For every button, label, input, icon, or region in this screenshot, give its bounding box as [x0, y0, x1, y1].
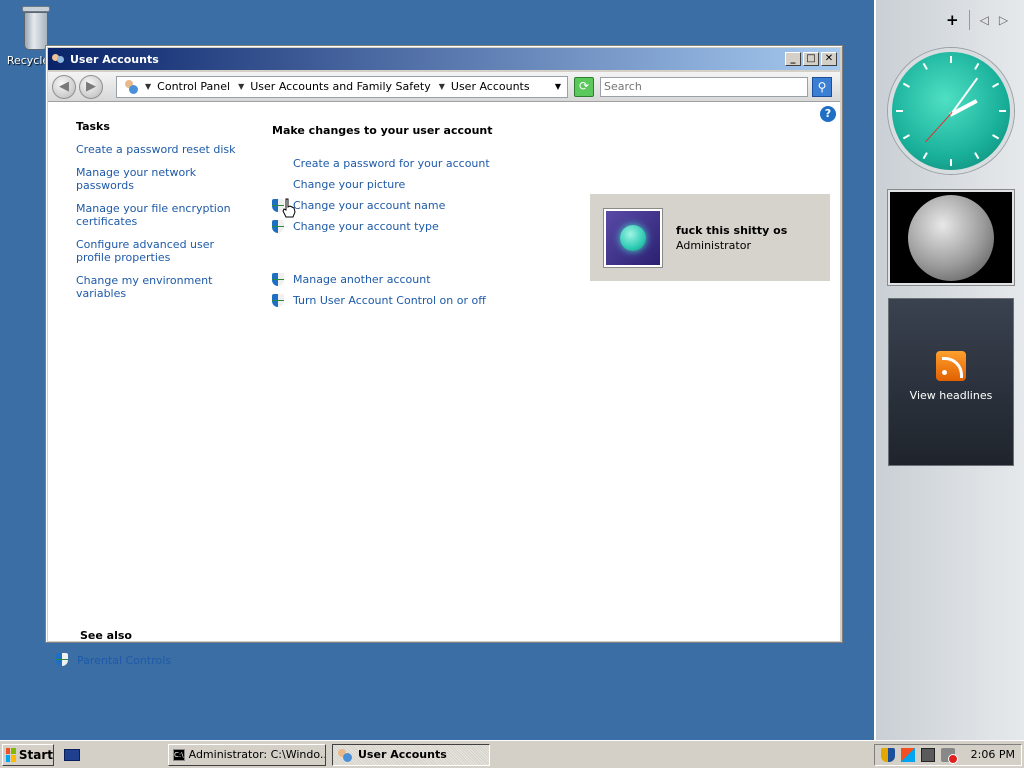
start-label: Start: [18, 747, 53, 762]
main-actions: Make changes to your user account Create…: [272, 124, 493, 311]
taskbar-item-label: Administrator: C:\Windo...: [188, 748, 326, 761]
windows-sidebar: + ◁ ▷ View headlines: [874, 0, 1024, 740]
taskbar-item-user-accounts[interactable]: User Accounts: [332, 743, 490, 766]
add-gadget-icon[interactable]: +: [946, 11, 959, 29]
tasks-panel: Tasks Create a password reset disk Manag…: [76, 120, 246, 310]
task-change-environment-variables[interactable]: Change my environment variables: [76, 274, 246, 300]
help-icon[interactable]: ?: [820, 106, 836, 122]
action-create-password[interactable]: Create a password for your account: [272, 153, 493, 174]
see-also-parental-controls[interactable]: Parental Controls: [56, 652, 171, 668]
see-also-heading: See also: [80, 629, 132, 642]
windows-update-icon[interactable]: [901, 747, 915, 762]
rss-icon: [936, 351, 966, 381]
search-icon[interactable]: ⚲: [812, 76, 832, 97]
uac-shield-icon: [272, 219, 284, 233]
system-tray: 2:06 PM: [874, 743, 1022, 766]
title-bar[interactable]: User Accounts _ □ ✕: [48, 48, 840, 70]
task-manage-file-encryption-certificates[interactable]: Manage your file encryption certificates: [76, 202, 246, 228]
user-account-card: fuck this shitty os Administrator: [590, 194, 830, 281]
action-toggle-uac[interactable]: Turn User Account Control on or off: [272, 290, 493, 311]
taskbar: Start C:\ Administrator: C:\Windo... Use…: [0, 740, 1024, 768]
clock-gadget[interactable]: [888, 48, 1014, 174]
view-headlines-label[interactable]: View headlines: [889, 389, 1013, 402]
volume-muted-icon[interactable]: [941, 747, 958, 764]
command-prompt-icon: C:\: [173, 748, 185, 761]
windows-flag-icon: [6, 747, 16, 762]
breadcrumb-separator-icon[interactable]: ▼: [439, 82, 445, 91]
moon-image: [908, 194, 994, 281]
search-input[interactable]: [600, 76, 808, 97]
maximize-button[interactable]: □: [803, 52, 819, 66]
next-gadget-icon[interactable]: ▷: [999, 13, 1008, 27]
security-center-icon[interactable]: [881, 747, 895, 762]
minimize-button[interactable]: _: [785, 52, 801, 66]
window-title: User Accounts: [70, 52, 159, 66]
see-also-panel: See also Parental Controls: [56, 629, 171, 668]
action-create-password-link[interactable]: Create a password for your account: [293, 157, 490, 170]
taskbar-item-command-prompt[interactable]: C:\ Administrator: C:\Windo...: [168, 743, 326, 766]
user-accounts-app-icon: [51, 52, 65, 66]
task-create-password-reset-disk[interactable]: Create a password reset disk: [76, 143, 246, 156]
control-panel-icon: [123, 79, 139, 95]
breadcrumb-user-accounts-family-safety[interactable]: User Accounts and Family Safety: [250, 80, 430, 93]
action-change-picture[interactable]: Change your picture: [272, 174, 493, 195]
page-title: Make changes to your user account: [272, 124, 493, 137]
clock-second-hand: [925, 111, 953, 143]
refresh-button[interactable]: ⟳: [574, 76, 594, 97]
task-configure-advanced-profile[interactable]: Configure advanced user profile properti…: [76, 238, 246, 264]
action-manage-another-account-link[interactable]: Manage another account: [293, 273, 431, 286]
network-icon[interactable]: [921, 747, 935, 762]
feed-headlines-gadget[interactable]: View headlines: [888, 298, 1014, 466]
action-change-account-type[interactable]: Change your account type: [272, 216, 493, 237]
action-change-picture-link[interactable]: Change your picture: [293, 178, 405, 191]
previous-gadget-icon[interactable]: ◁: [980, 13, 989, 27]
user-accounts-icon: [337, 747, 353, 763]
taskbar-item-label: User Accounts: [358, 748, 447, 761]
task-manage-network-passwords[interactable]: Manage your network passwords: [76, 166, 246, 192]
recycle-bin-label: Recycle: [6, 54, 50, 67]
uac-shield-icon: [272, 272, 284, 286]
user-name: fuck this shitty os: [676, 223, 788, 237]
slideshow-gadget[interactable]: [888, 190, 1014, 285]
back-button[interactable]: ◀: [52, 74, 76, 99]
breadcrumb-user-accounts[interactable]: User Accounts: [451, 80, 530, 93]
breadcrumb-control-panel[interactable]: Control Panel: [157, 80, 230, 93]
action-change-account-type-link[interactable]: Change your account type: [293, 220, 439, 233]
start-button[interactable]: Start: [2, 743, 54, 766]
avatar[interactable]: [604, 208, 662, 267]
action-manage-another-account[interactable]: Manage another account: [272, 269, 493, 290]
system-clock[interactable]: 2:06 PM: [971, 748, 1015, 761]
address-history-dropdown-icon[interactable]: ▼: [555, 82, 561, 91]
content-pane: ? Tasks Create a password reset disk Man…: [48, 102, 840, 667]
action-toggle-uac-link[interactable]: Turn User Account Control on or off: [293, 294, 486, 307]
tasks-heading: Tasks: [76, 120, 110, 133]
user-accounts-window: User Accounts _ □ ✕ ◀ ▶ ▼ Control Panel …: [45, 45, 843, 667]
forward-button[interactable]: ▶: [79, 74, 103, 99]
hand-cursor-icon: [282, 198, 296, 218]
uac-shield-icon: [56, 653, 68, 666]
address-toolbar: ◀ ▶ ▼ Control Panel ▼ User Accounts and …: [48, 72, 840, 102]
action-change-account-name[interactable]: Change your account name: [272, 195, 493, 216]
parental-controls-link[interactable]: Parental Controls: [77, 654, 171, 667]
breadcrumb-dropdown-icon[interactable]: ▼: [145, 82, 151, 91]
action-change-account-name-link[interactable]: Change your account name: [293, 199, 445, 212]
close-button[interactable]: ✕: [821, 52, 837, 66]
show-desktop-icon[interactable]: [64, 748, 80, 761]
breadcrumb-separator-icon[interactable]: ▼: [238, 82, 244, 91]
uac-shield-icon: [272, 293, 284, 307]
user-role: Administrator: [676, 238, 751, 252]
breadcrumb[interactable]: ▼ Control Panel ▼ User Accounts and Fami…: [116, 75, 568, 98]
